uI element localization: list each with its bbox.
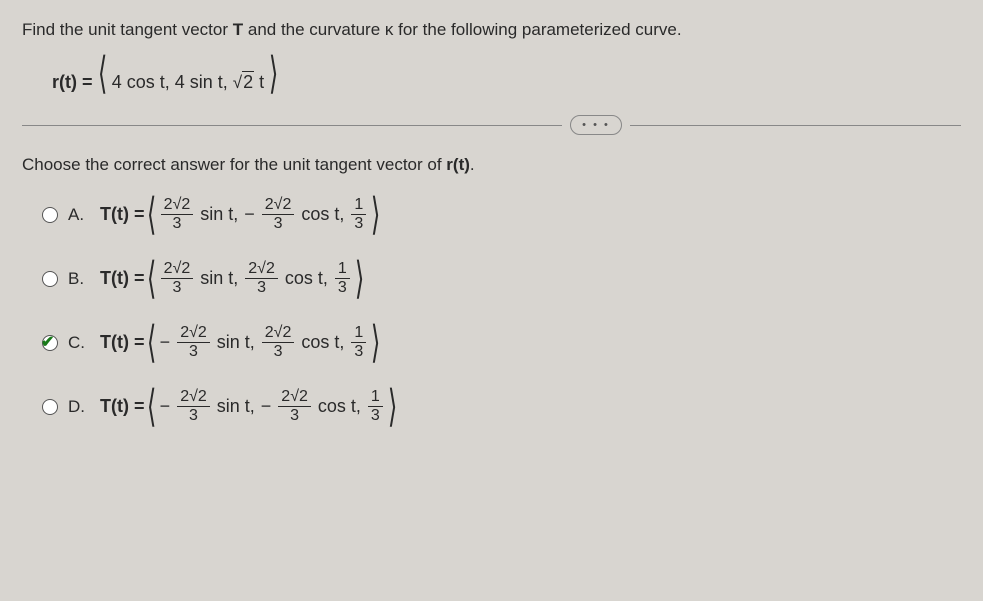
option-d-formula: T(t) = ⟨ − 2√23 sin t, − 2√23 cos t, 13 …	[100, 389, 397, 424]
radio-a[interactable]	[42, 207, 58, 223]
option-d[interactable]: D. T(t) = ⟨ − 2√23 sin t, − 2√23 cos t, …	[42, 383, 961, 431]
radio-c[interactable]	[42, 335, 58, 351]
option-b-label: B.	[68, 269, 90, 289]
option-a[interactable]: A. T(t) = ⟨ 2√23 sin t, − 2√23 cos t, 13…	[42, 191, 961, 239]
radio-b[interactable]	[42, 271, 58, 287]
option-b[interactable]: B. T(t) = ⟨ 2√23 sin t, 2√23 cos t, 13 ⟩	[42, 255, 961, 303]
divider: • • •	[22, 115, 961, 137]
radio-d[interactable]	[42, 399, 58, 415]
more-dots-button[interactable]: • • •	[570, 115, 622, 135]
question-prompt: Find the unit tangent vector T and the c…	[22, 18, 961, 42]
option-d-label: D.	[68, 397, 90, 417]
options-group: A. T(t) = ⟨ 2√23 sin t, − 2√23 cos t, 13…	[42, 191, 961, 431]
option-c[interactable]: C. T(t) = ⟨ − 2√23 sin t, 2√23 cos t, 13…	[42, 319, 961, 367]
option-a-formula: T(t) = ⟨ 2√23 sin t, − 2√23 cos t, 13 ⟩	[100, 197, 380, 232]
option-b-formula: T(t) = ⟨ 2√23 sin t, 2√23 cos t, 13 ⟩	[100, 261, 364, 296]
given-equation: r(t) = ⟨ 4 cos t, 4 sin t, 2 t ⟩	[52, 56, 961, 93]
option-a-label: A.	[68, 205, 90, 225]
sub-prompt: Choose the correct answer for the unit t…	[22, 155, 961, 175]
option-c-label: C.	[68, 333, 90, 353]
option-c-formula: T(t) = ⟨ − 2√23 sin t, 2√23 cos t, 13 ⟩	[100, 325, 380, 360]
